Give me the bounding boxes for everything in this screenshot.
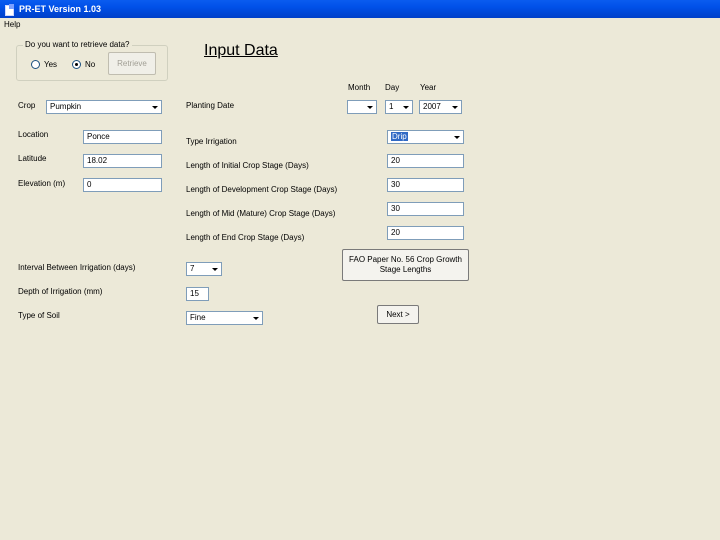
mid-stage-field[interactable]: 30 (387, 202, 464, 216)
chevron-down-icon[interactable] (400, 102, 411, 112)
day-header: Day (385, 83, 400, 92)
day-combo[interactable]: 1 (385, 100, 413, 114)
elevation-label: Elevation (m) (18, 179, 66, 188)
menu-bar: Help (0, 18, 720, 32)
irrigation-value: Drip (391, 132, 408, 141)
year-header: Year (420, 83, 437, 92)
latitude-field[interactable]: 18.02 (83, 154, 162, 168)
no-radio-label[interactable]: No (85, 60, 95, 69)
crop-label: Crop (18, 101, 36, 110)
location-field[interactable]: Ponce (83, 130, 162, 144)
chevron-down-icon[interactable] (209, 264, 220, 274)
day-value: 1 (389, 102, 394, 111)
month-header: Month (348, 83, 371, 92)
year-value: 2007 (423, 102, 441, 111)
development-stage-field[interactable]: 30 (387, 178, 464, 192)
soil-combo[interactable]: Fine (186, 311, 263, 325)
chevron-down-icon[interactable] (250, 313, 261, 323)
page-heading: Input Data (204, 42, 278, 59)
retrieve-legend: Do you want to retrieve data? (23, 40, 132, 49)
yes-radio[interactable] (31, 60, 40, 69)
title-bar: PR-ET Version 1.03 (0, 0, 720, 18)
yes-radio-label[interactable]: Yes (44, 60, 57, 69)
retrieve-button[interactable]: Retrieve (108, 52, 156, 75)
chevron-down-icon[interactable] (449, 102, 460, 112)
end-stage-label: Length of End Crop Stage (Days) (186, 233, 305, 242)
depth-label: Depth of Irrigation (mm) (18, 287, 103, 296)
crop-combo[interactable]: Pumpkin (46, 100, 162, 114)
interval-combo[interactable]: 7 (186, 262, 222, 276)
app-icon (4, 3, 15, 16)
interval-label: Interval Between Irrigation (days) (18, 263, 136, 272)
initial-stage-field[interactable]: 20 (387, 154, 464, 168)
crop-value: Pumpkin (50, 102, 82, 111)
latitude-label: Latitude (18, 154, 47, 163)
retrieve-groupbox: Do you want to retrieve data? Yes No Ret… (16, 40, 168, 81)
development-stage-label: Length of Development Crop Stage (Days) (186, 185, 338, 194)
no-radio[interactable] (72, 60, 81, 69)
irrigation-label: Type Irrigation (186, 137, 237, 146)
interval-value: 7 (190, 264, 195, 273)
fao-paper-button[interactable]: FAO Paper No. 56 Crop Growth Stage Lengt… (342, 249, 469, 281)
chevron-down-icon[interactable] (149, 102, 160, 112)
window-title: PR-ET Version 1.03 (19, 4, 102, 14)
menu-help[interactable]: Help (4, 20, 20, 29)
end-stage-field[interactable]: 20 (387, 226, 464, 240)
chevron-down-icon[interactable] (364, 102, 375, 112)
mid-stage-label: Length of Mid (Mature) Crop Stage (Days) (186, 209, 336, 218)
next-button[interactable]: Next > (377, 305, 419, 324)
chevron-down-icon[interactable] (451, 132, 462, 142)
elevation-field[interactable]: 0 (83, 178, 162, 192)
soil-label: Type of Soil (18, 311, 60, 320)
year-combo[interactable]: 2007 (419, 100, 462, 114)
irrigation-combo[interactable]: Drip (387, 130, 464, 144)
location-label: Location (18, 130, 49, 139)
soil-value: Fine (190, 313, 206, 322)
month-combo[interactable] (347, 100, 377, 114)
depth-field[interactable]: 15 (186, 287, 209, 301)
planting-date-label: Planting Date (186, 101, 235, 110)
initial-stage-label: Length of Initial Crop Stage (Days) (186, 161, 309, 170)
